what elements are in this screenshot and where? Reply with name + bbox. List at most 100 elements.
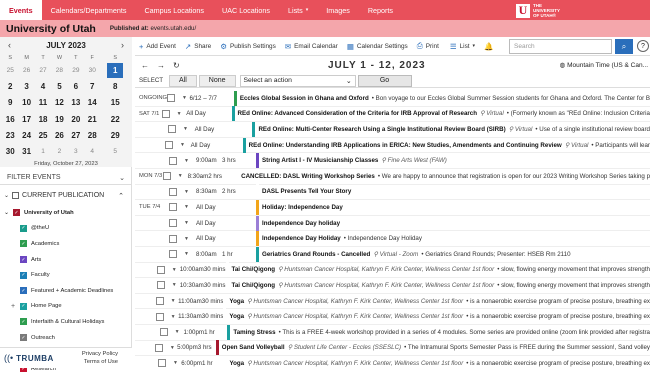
calendar-day[interactable]: 4 <box>35 78 51 94</box>
calendar-day[interactable]: 3 <box>68 143 84 159</box>
event-row[interactable]: ▼ 10:00am 30 mins Tai Chi/Qigong ⚲ Huntsman … <box>135 262 650 279</box>
event-location[interactable]: ⚲ Huntsman Cancer Hospital, Kathryn F. K… <box>278 266 494 273</box>
refresh-icon[interactable]: ↻ <box>173 61 188 70</box>
today-date[interactable]: Friday, October 27, 2023 <box>0 161 132 167</box>
print-button[interactable]: ⎙ Print <box>417 41 439 51</box>
expand-caret-icon[interactable]: ▼ <box>184 189 194 195</box>
event-title[interactable]: REd Online: Advanced Consideration of th… <box>238 110 478 117</box>
calendar-day[interactable]: 4 <box>84 143 100 159</box>
event-title[interactable]: Taming Stress <box>233 329 275 336</box>
published-url[interactable]: events.utah.edu/ <box>150 25 196 32</box>
event-title[interactable]: Tai Chi/Qigong <box>232 282 276 289</box>
event-title[interactable]: Yoga <box>229 298 244 305</box>
calendar-day[interactable]: 7 <box>84 78 100 94</box>
expand-caret-icon[interactable]: ▼ <box>183 126 193 132</box>
expand-caret-icon[interactable]: ▼ <box>184 220 194 226</box>
event-row[interactable]: ▼ 10:30am 30 mins Tai Chi/Qigong ⚲ Huntsman … <box>135 277 650 294</box>
event-checkbox[interactable] <box>154 343 163 352</box>
event-checkbox[interactable] <box>169 187 177 196</box>
calendar-day[interactable]: 2 <box>2 78 18 94</box>
calendar-day[interactable]: 27 <box>68 127 84 143</box>
event-row[interactable]: TUE 7/4 ▼ All Day Holiday: Independence Day <box>135 199 650 216</box>
publication-item[interactable]: ✓ Outreach <box>0 330 132 346</box>
calendar-day[interactable]: 20 <box>68 111 84 127</box>
event-checkbox[interactable] <box>169 156 177 165</box>
event-location[interactable]: ⚲ Virtual <box>565 142 589 149</box>
publication-checkbox[interactable]: ✓ <box>20 334 27 342</box>
event-title[interactable]: Holiday: Independence Day <box>262 204 343 211</box>
event-row[interactable]: ▼ 9:00am 3 hrs String Artist I - IV Musicia… <box>135 153 650 169</box>
calendar-day[interactable]: 5 <box>100 143 130 159</box>
calendar-day[interactable]: 29 <box>68 62 84 78</box>
trumba-brand[interactable]: TRUMBA <box>16 354 54 363</box>
event-title[interactable]: Yoga <box>229 313 244 320</box>
select-all-button[interactable]: All <box>169 74 197 87</box>
calendar-day[interactable]: 24 <box>18 127 34 143</box>
next-month-icon[interactable]: › <box>121 40 124 50</box>
calendar-settings-button[interactable]: ▦ Calendar Settings <box>347 42 408 51</box>
privacy-link[interactable]: Privacy Policy <box>82 350 118 358</box>
publication-checkbox[interactable]: ✓ <box>20 224 27 232</box>
calendar-day[interactable]: 26 <box>18 62 34 78</box>
event-location[interactable]: ⚲ Huntsman Cancer Hospital, Kathryn F. K… <box>247 298 463 305</box>
calendar-day[interactable]: 13 <box>68 95 84 111</box>
terms-link[interactable]: Terms of Use <box>82 358 118 366</box>
expand-caret-icon[interactable]: ▼ <box>184 158 194 164</box>
publication-checkbox[interactable]: ✓ <box>20 287 27 295</box>
calendar-day[interactable]: 30 <box>84 62 100 78</box>
event-title[interactable]: REd Online: Understanding IRB Applicatio… <box>249 142 562 149</box>
publication-checkbox[interactable]: ✓ <box>20 318 27 326</box>
event-checkbox[interactable] <box>169 250 177 259</box>
prev-range-icon[interactable]: ← <box>141 61 157 70</box>
calendar-day[interactable]: 19 <box>51 111 67 127</box>
timezone-selector[interactable]: ◍ Mountain Time (US & Can... <box>560 61 648 69</box>
calendar-day[interactable]: 10 <box>18 95 34 111</box>
expand-caret-icon[interactable]: ▼ <box>180 142 189 148</box>
expand-caret-icon[interactable]: ▼ <box>184 251 194 257</box>
calendar-day[interactable]: 25 <box>2 62 18 78</box>
publication-checkbox[interactable]: ✓ <box>20 271 27 279</box>
search-input[interactable]: Search <box>509 39 612 54</box>
event-location[interactable]: ⚲ Huntsman Cancer Hospital, Kathryn F. K… <box>278 282 494 289</box>
calendar-day[interactable]: 14 <box>84 95 100 111</box>
calendar-day[interactable]: 6 <box>68 78 84 94</box>
event-checkbox[interactable] <box>165 141 173 150</box>
calendar-day[interactable]: 23 <box>2 127 18 143</box>
event-location[interactable]: ⚲ Huntsman Cancer Hospital, Kathryn F. K… <box>247 360 463 367</box>
event-checkbox[interactable] <box>162 172 171 181</box>
calendar-day[interactable]: 11 <box>35 95 51 111</box>
calendar-day[interactable]: 1 <box>35 143 51 159</box>
event-row[interactable]: ▼ All Day Independence Day holiday <box>135 215 650 232</box>
nav-uac-locations[interactable]: UAC Locations <box>213 0 279 20</box>
calendar-day[interactable]: 25 <box>35 127 51 143</box>
publish-settings-button[interactable]: ⚙ Publish Settings <box>220 42 276 51</box>
publication-item[interactable]: ✓ Arts <box>0 252 132 268</box>
event-location[interactable]: ⚲ Huntsman Cancer Hospital, Kathryn F. K… <box>247 313 463 320</box>
event-title[interactable]: Independence Day holiday <box>262 220 340 227</box>
event-checkbox[interactable] <box>155 312 164 321</box>
event-row[interactable]: ▼ All Day Independence Day Holiday • Indepe… <box>135 231 650 247</box>
publication-item[interactable]: ✓ Featured + Academic Deadlines <box>0 283 132 299</box>
expand-caret-icon[interactable]: ▼ <box>184 204 194 210</box>
calendar-day[interactable]: 28 <box>51 62 67 78</box>
search-button[interactable]: ⌕ <box>615 39 633 54</box>
event-row[interactable]: ▼ 6:00pm 1 hr Yoga ⚲ Huntsman Cancer Hospita… <box>135 355 650 368</box>
nav-reports[interactable]: Reports <box>359 0 402 20</box>
prev-month-icon[interactable]: ‹ <box>8 40 11 50</box>
event-checkbox[interactable] <box>167 94 176 103</box>
publication-checkbox[interactable]: ✓ <box>20 302 27 310</box>
expand-caret-icon[interactable]: ▼ <box>175 329 182 335</box>
nav-campus-locations[interactable]: Campus Locations <box>135 0 213 20</box>
chevron-down-icon[interactable]: ⌄ <box>4 209 9 216</box>
chevron-up-icon[interactable]: ⌃ <box>118 192 124 200</box>
email-calendar-button[interactable]: ✉ Email Calendar <box>285 42 338 51</box>
calendar-day[interactable]: 8 <box>100 78 130 94</box>
list-button[interactable]: ☰ List ▾ <box>450 42 475 51</box>
filter-events-header[interactable]: FILTER EVENTS ⌄ <box>0 171 132 185</box>
expand-caret-icon[interactable]: ▼ <box>177 111 185 117</box>
select-none-button[interactable]: None <box>198 74 236 87</box>
calendar-day[interactable]: 12 <box>51 95 67 111</box>
event-row[interactable]: ▼ 1:00pm 1 hr Taming Stress • This is a FREE… <box>135 324 650 341</box>
event-checkbox[interactable] <box>169 234 177 243</box>
event-title[interactable]: REd Online: Multi-Center Research Using … <box>258 126 505 133</box>
